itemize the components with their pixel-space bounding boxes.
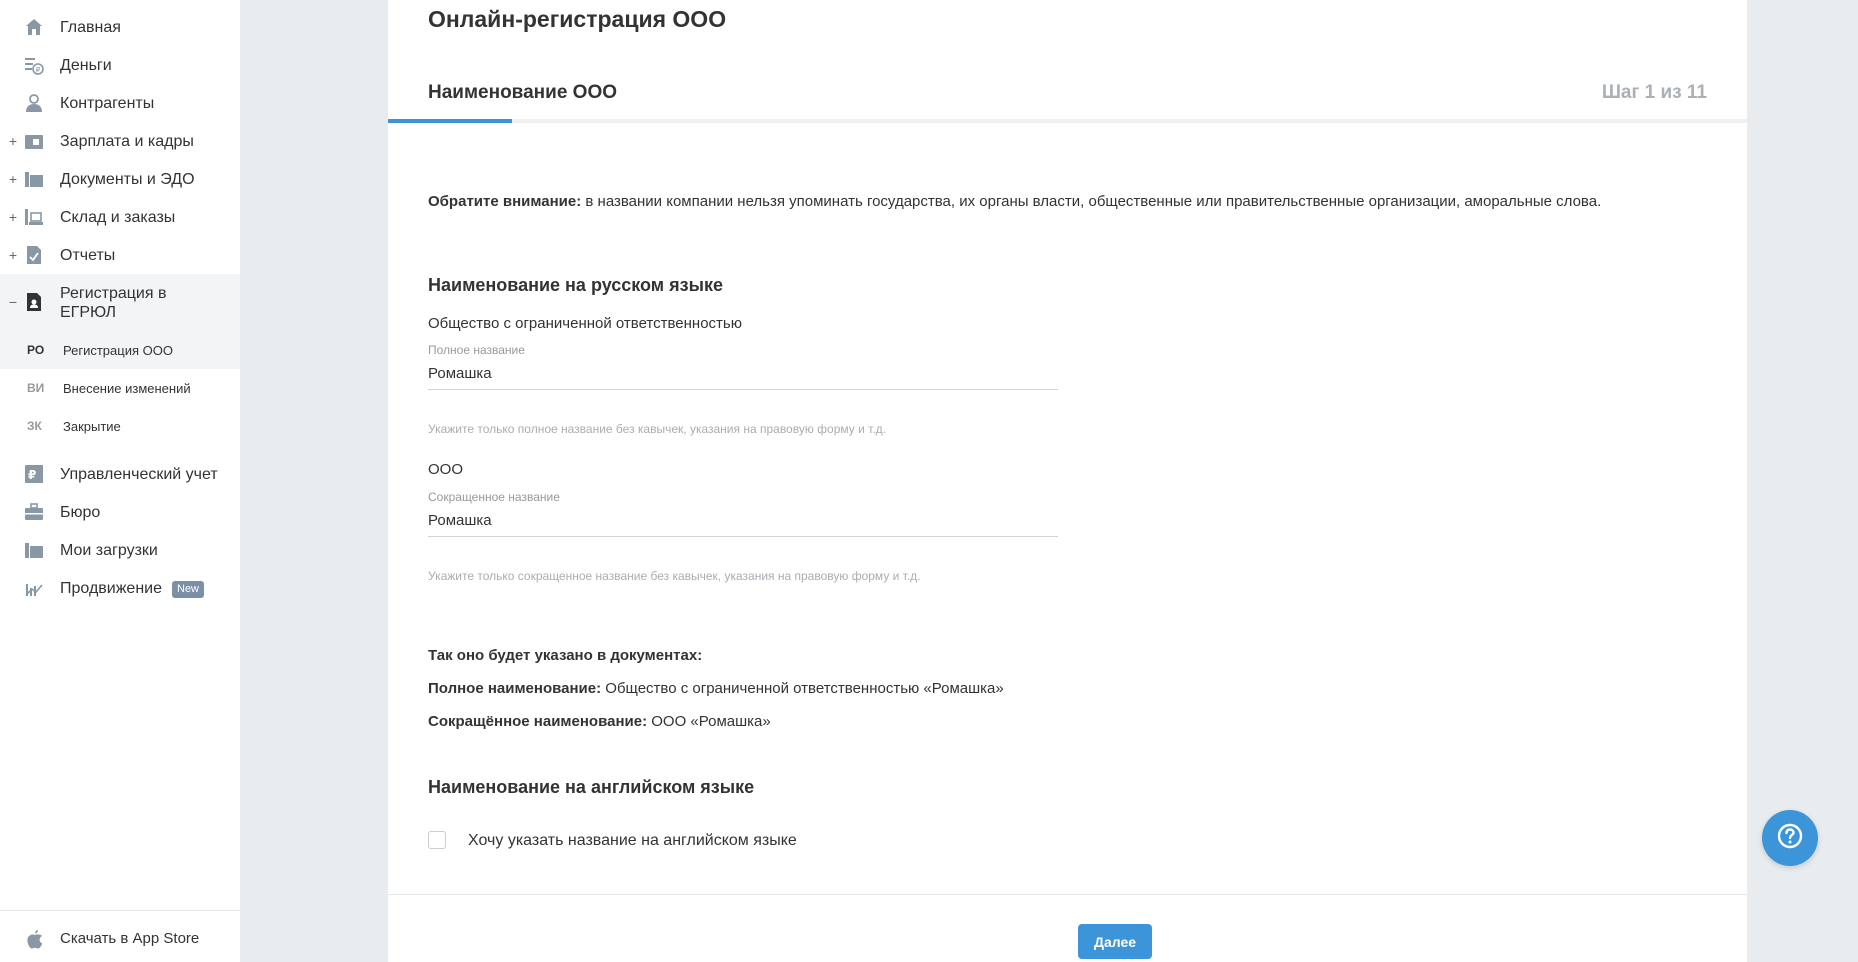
home-icon [24,17,44,37]
sidebar-item-label: Отчеты [60,246,116,264]
sidebar-item-label: Деньги [60,56,112,74]
svg-text:₽: ₽ [36,66,41,74]
notice-bold: Обратите внимание: [428,193,582,210]
subitem-abbr: ВИ [27,381,45,395]
app-store-link[interactable]: Скачать в App Store [0,910,240,962]
short-name-hint: Укажите только сокращенное название без … [428,569,921,583]
registration-icon [24,292,44,312]
subitem-label: Внесение изменений [63,380,191,396]
main-content: Онлайн-регистрация ООО Наименование ООО … [388,0,1747,962]
step-counter: Шаг 1 из 11 [1601,82,1707,103]
docs-short-value: ООО «Ромашка» [647,713,771,730]
management-accounting-icon: ₽ [24,464,44,484]
sidebar-item-downloads[interactable]: Мои загрузки [0,531,240,569]
sidebar-item-salary[interactable]: + Зарплата и кадры [0,122,240,160]
section-heading-russian: Наименование на русском языке [428,275,723,295]
docs-full-label: Полное наименование: [428,680,602,697]
expand-icon[interactable]: + [8,171,18,187]
full-name-field: Полное название [428,343,1058,390]
short-legal-form: ООО [428,461,464,478]
sidebar-item-contractors[interactable]: Контрагенты [0,84,240,122]
sidebar-item-label: Документы и ЭДО [60,170,195,188]
full-name-hint: Укажите только полное название без кавыч… [428,422,886,436]
subitem-label: Регистрация ООО [63,342,173,358]
sidebar-item-money[interactable]: ₽ Деньги [0,46,240,84]
folder-icon [24,540,44,560]
sidebar-item-label: Зарплата и кадры [60,132,194,150]
subitem-abbr: ЗК [27,419,42,433]
sidebar-subitem-closing[interactable]: ЗК Закрытие [0,407,240,445]
english-name-checkbox-label[interactable]: Хочу указать название на английском язык… [468,832,797,850]
app-store-label: Скачать в App Store [60,930,200,947]
apple-icon [26,929,44,954]
sidebar-item-promotion[interactable]: Продвижение New [0,569,240,607]
full-name-label: Полное название [428,343,525,357]
new-badge: New [172,580,205,598]
documents-icon [24,169,44,189]
notice-text: Обратите внимание: в названии компании н… [428,193,1601,210]
reports-icon [24,245,44,265]
sidebar-item-label: Контрагенты [60,94,155,112]
salary-icon [24,131,44,151]
full-legal-form: Общество с ограниченной ответственностью [428,315,742,332]
progress-bar [388,119,1747,123]
section-heading-english: Наименование на английском языке [428,777,755,797]
notice-body: в названии компании нельзя упоминать гос… [581,193,1602,210]
promotion-label: Продвижение [60,579,162,597]
sidebar-item-documents[interactable]: + Документы и ЭДО [0,160,240,198]
sidebar-item-label: Склад и заказы [60,208,176,226]
docs-heading: Так оно будет указано в документах: [428,647,703,664]
short-name-label: Сокращенное название [428,490,560,504]
chart-icon [24,578,44,598]
sidebar-item-label: Бюро [60,503,101,521]
sidebar-item-reports[interactable]: + Отчеты [0,236,240,274]
expand-icon[interactable]: + [8,209,18,225]
sidebar-item-label: Продвижение New [60,579,205,598]
sidebar-item-label: Управленческий учет [60,465,218,483]
help-button[interactable] [1762,810,1818,866]
contractors-icon [24,93,44,113]
sidebar-item-bureau[interactable]: Бюро [0,493,240,531]
sidebar-item-label: Регистрация в ЕГРЮЛ [60,285,167,321]
subitem-label: Закрытие [63,418,121,434]
page-title: Онлайн-регистрация ООО [428,6,727,32]
short-name-input[interactable] [428,512,1058,537]
docs-full-value: Общество с ограниченной ответственностью… [601,680,1004,697]
warehouse-icon [24,207,44,227]
sidebar-item-home[interactable]: Главная [0,8,240,46]
short-name-field: Сокращенное название [428,490,1058,537]
progress-bar-fill [388,119,512,123]
docs-short-name: Сокращённое наименование: ООО «Ромашка» [428,713,771,730]
sidebar-subitem-registration-ooo[interactable]: РО Регистрация ООО [0,331,240,369]
expand-icon[interactable]: + [8,247,18,263]
sidebar-subitem-changes[interactable]: ВИ Внесение изменений [0,369,240,407]
sidebar-item-label: Мои загрузки [60,541,158,559]
docs-full-name: Полное наименование: Общество с ограниче… [428,680,1004,697]
briefcase-icon [24,502,44,522]
docs-short-label: Сокращённое наименование: [428,713,648,730]
full-name-input[interactable] [428,365,1058,390]
sidebar-item-warehouse[interactable]: + Склад и заказы [0,198,240,236]
expand-icon[interactable]: + [8,133,18,149]
step-title: Наименование ООО [428,82,618,103]
sidebar-item-management-accounting[interactable]: ₽ Управленческий учет [0,455,240,493]
next-button[interactable]: Далее [1078,924,1152,959]
sidebar: Главная ₽ Деньги Контрагенты + Зарплата … [0,0,240,962]
english-name-checkbox[interactable] [428,831,446,849]
money-icon: ₽ [24,55,44,75]
svg-text:₽: ₽ [28,468,36,482]
subitem-abbr: РО [27,343,45,357]
collapse-icon[interactable]: − [8,294,18,310]
question-icon [1777,823,1803,854]
sidebar-item-label: Главная [60,18,121,36]
footer-divider [388,894,1747,895]
